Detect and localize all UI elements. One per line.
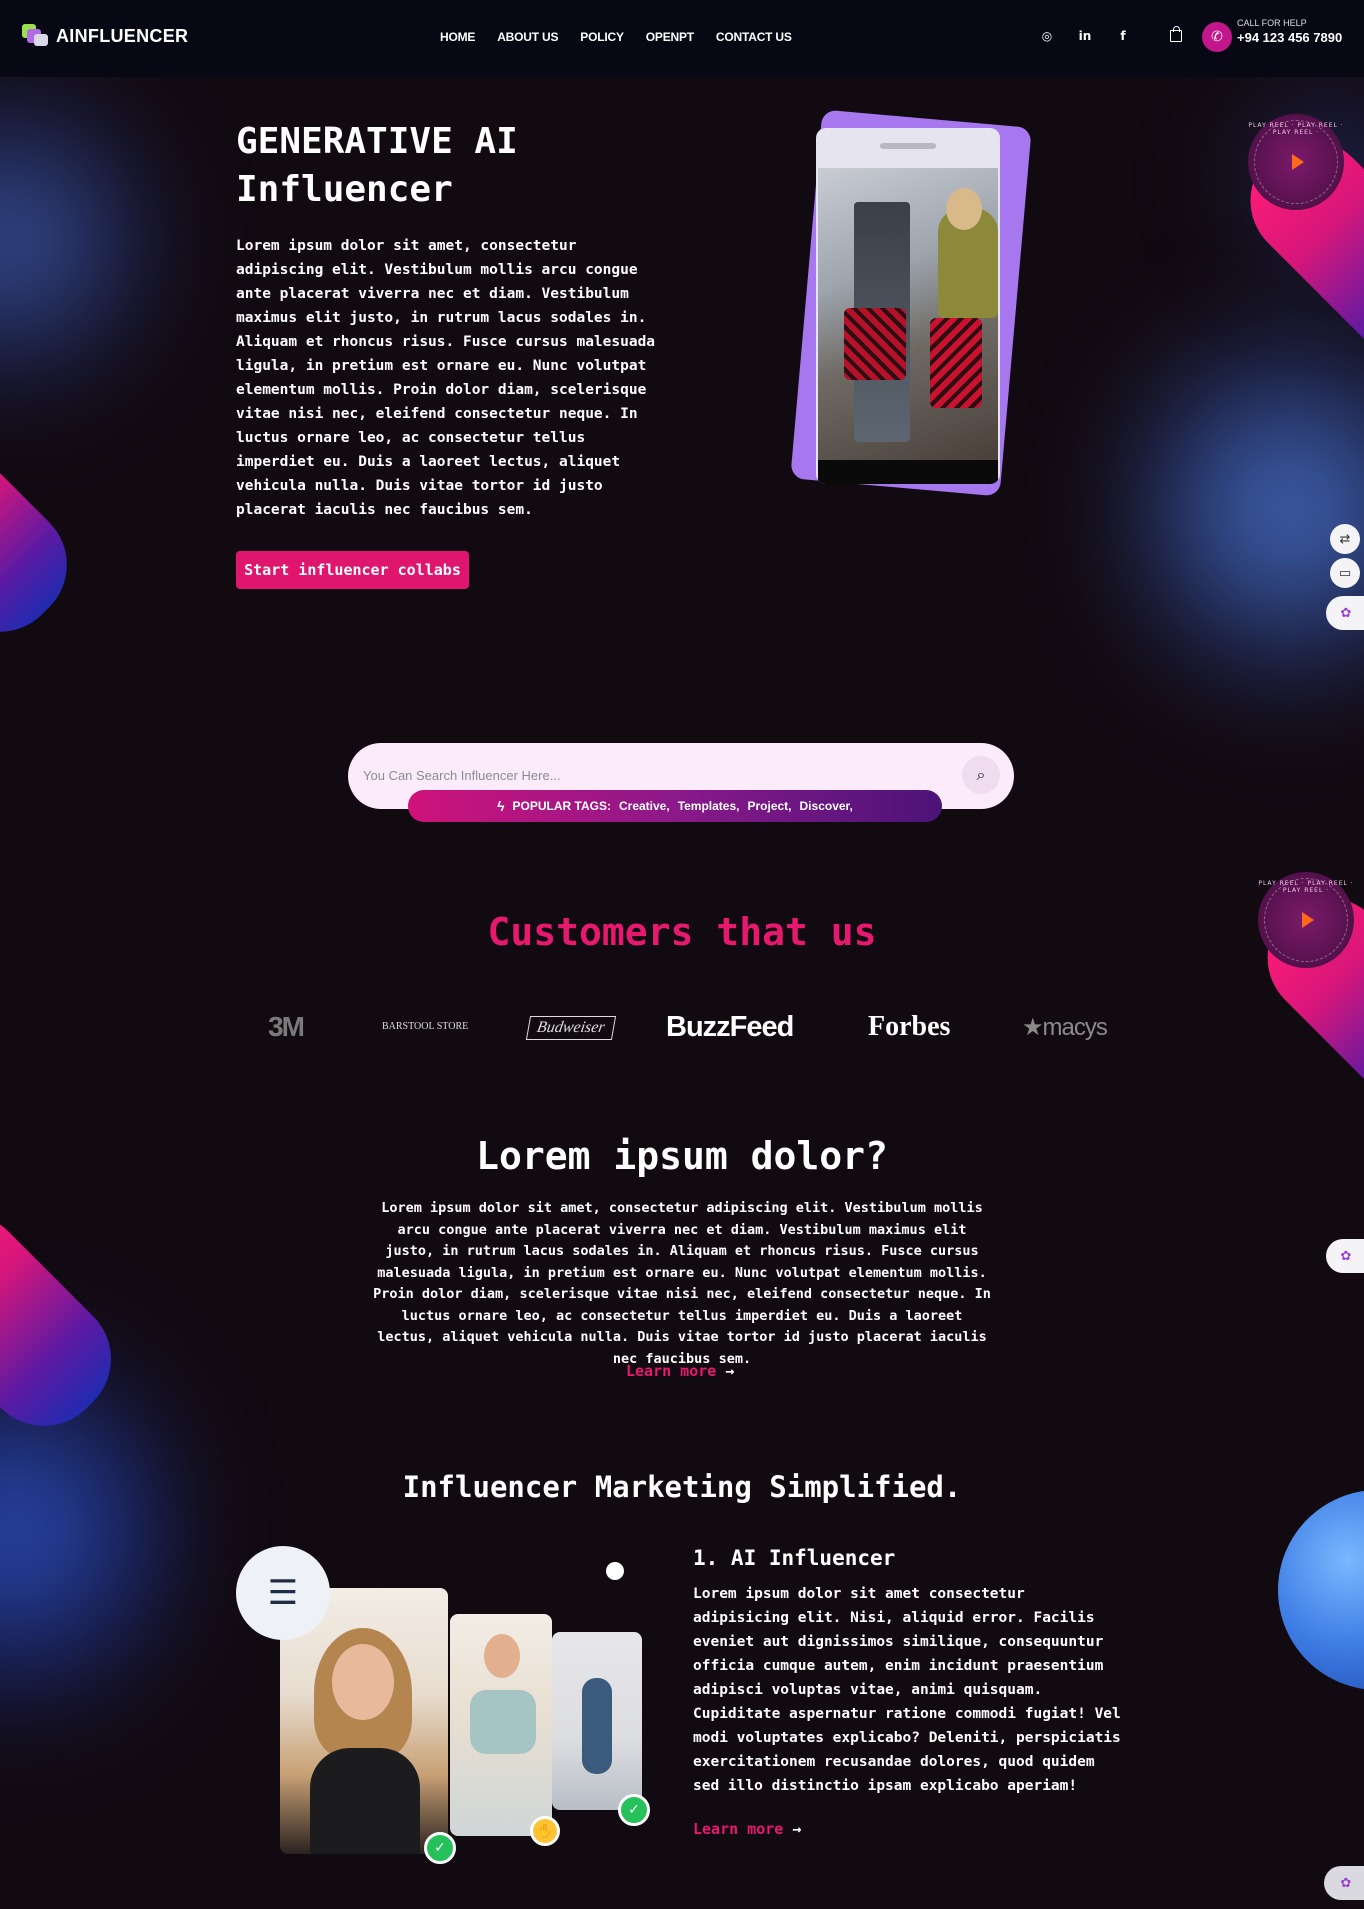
hero-title-line2: Influencer — [236, 169, 453, 210]
logo-barstool: BARSTOOL STORE — [382, 1021, 469, 1032]
photo-body — [310, 1748, 420, 1854]
influencer-photo — [552, 1632, 642, 1810]
background-glow — [1120, 280, 1364, 740]
reel-label: PLAY REEL · PLAY REEL · PLAY REEL · — [1248, 122, 1344, 136]
hero-title-line1: GENERATIVE AI — [236, 121, 518, 162]
popular-tags-label: POPULAR TAGS: — [512, 799, 611, 813]
decor-pill — [0, 423, 92, 657]
search-input[interactable]: You Can Search Influencer Here... — [363, 768, 561, 783]
phone-mockup — [816, 128, 1000, 484]
background-glow — [0, 60, 160, 420]
instagram-icon[interactable]: ◎ — [1040, 29, 1054, 43]
social-links: ◎ in f — [1040, 29, 1130, 43]
learn-more-label: Learn more — [693, 1820, 784, 1838]
photo-body — [470, 1690, 536, 1754]
lightning-icon: ϟ — [497, 798, 505, 814]
arrow-right-icon: → — [725, 1362, 735, 1380]
hand-icon: ✋ — [530, 1816, 560, 1846]
hero-text: Lorem ipsum dolor sit amet, consectetur … — [236, 238, 656, 518]
search-icon[interactable]: ⌕ — [962, 756, 1000, 794]
photo-body — [582, 1678, 612, 1774]
logo-3m: 3M — [268, 1011, 305, 1042]
ai-influencer-title: 1. AI Influencer — [693, 1546, 896, 1570]
ai-influencer-text: Lorem ipsum dolor sit amet consectetur a… — [693, 1586, 1121, 1794]
popular-tags: ϟ POPULAR TAGS: Creative, Templates, Pro… — [408, 790, 942, 822]
video-person-hair — [946, 188, 982, 230]
logo-macys: ★macys — [1022, 1013, 1108, 1041]
logo-budweiser: Budweiser — [525, 1016, 616, 1040]
photo-face — [332, 1644, 394, 1720]
marketing-title: Influencer Marketing Simplified. — [402, 1470, 962, 1504]
linkedin-icon[interactable]: in — [1078, 29, 1092, 43]
lorem-text: Lorem ipsum dolor sit amet, consectetur … — [373, 1200, 991, 1367]
page: AINFLUENCER HOME ABOUT US POLICY OPENPT … — [0, 0, 1364, 1909]
check-icon: ✓ — [424, 1832, 456, 1864]
play-reel-button[interactable]: PLAY REEL · PLAY REEL · PLAY REEL · — [1248, 114, 1344, 210]
check-icon: ✓ — [618, 1794, 650, 1826]
decor-dot — [606, 1562, 624, 1580]
nav-policy[interactable]: POLICY — [580, 30, 624, 44]
video-shirt — [930, 318, 982, 408]
facebook-icon[interactable]: f — [1116, 29, 1130, 43]
phone-speaker — [880, 143, 936, 149]
decor-sphere — [1278, 1490, 1364, 1690]
phone-icon[interactable]: ✆ — [1202, 22, 1232, 52]
logo-buzzfeed: BuzzFeed — [666, 1010, 794, 1043]
ai-brain-icon[interactable]: ✿ — [1326, 596, 1364, 630]
tag-project[interactable]: Project, — [748, 799, 792, 813]
arrow-right-icon: → — [792, 1820, 802, 1838]
logo-icon — [22, 24, 50, 48]
influencer-photo — [450, 1614, 552, 1836]
reader-icon[interactable]: ▭ — [1330, 558, 1360, 588]
video-shirt — [844, 308, 906, 380]
ai-brain-icon[interactable]: ✿ — [1324, 1866, 1364, 1900]
translate-icon[interactable]: ⇄ — [1330, 524, 1360, 554]
site-header: AINFLUENCER HOME ABOUT US POLICY OPENPT … — [0, 0, 1364, 77]
nav-home[interactable]: HOME — [440, 30, 475, 44]
nav-contact[interactable]: CONTACT US — [716, 30, 792, 44]
nav-openpt[interactable]: OPENPT — [646, 30, 694, 44]
nav-about[interactable]: ABOUT US — [497, 30, 558, 44]
tag-discover[interactable]: Discover, — [800, 799, 853, 813]
tag-templates[interactable]: Templates, — [678, 799, 740, 813]
start-collabs-button[interactable]: Start influencer collabs — [236, 551, 469, 589]
help-contact: CALL FOR HELP +94 123 456 7890 — [1237, 18, 1342, 45]
learn-more-link[interactable]: Learn more → — [626, 1362, 734, 1380]
help-label: CALL FOR HELP — [1237, 18, 1307, 28]
main-nav: HOME ABOUT US POLICY OPENPT CONTACT US — [440, 30, 792, 44]
tag-creative[interactable]: Creative, — [619, 799, 670, 813]
decor-pill — [0, 1189, 136, 1451]
customers-title: Customers that us — [487, 910, 877, 954]
brand-name: AINFLUENCER — [56, 25, 189, 46]
lorem-title: Lorem ipsum dolor? — [476, 1134, 888, 1178]
photo-face — [484, 1634, 520, 1678]
learn-more-link[interactable]: Learn more → — [693, 1820, 801, 1838]
help-phone[interactable]: +94 123 456 7890 — [1237, 30, 1342, 45]
hero-title: GENERATIVE AI Influencer — [236, 118, 656, 214]
influencer-collage: ☰ ✓ ✓ ✋ — [236, 1546, 666, 1864]
search-profile-icon: ☰ — [236, 1546, 330, 1640]
learn-more-label: Learn more — [626, 1362, 717, 1380]
phone-video[interactable] — [818, 168, 998, 460]
cart-icon[interactable] — [1170, 26, 1182, 42]
reel-label: PLAY REEL · PLAY REEL · PLAY REEL · — [1258, 880, 1354, 894]
logo[interactable]: AINFLUENCER — [22, 24, 188, 48]
ai-brain-icon[interactable]: ✿ — [1326, 1239, 1364, 1273]
logo-forbes: Forbes — [868, 1011, 951, 1042]
phone-bottom-bar — [818, 460, 998, 484]
